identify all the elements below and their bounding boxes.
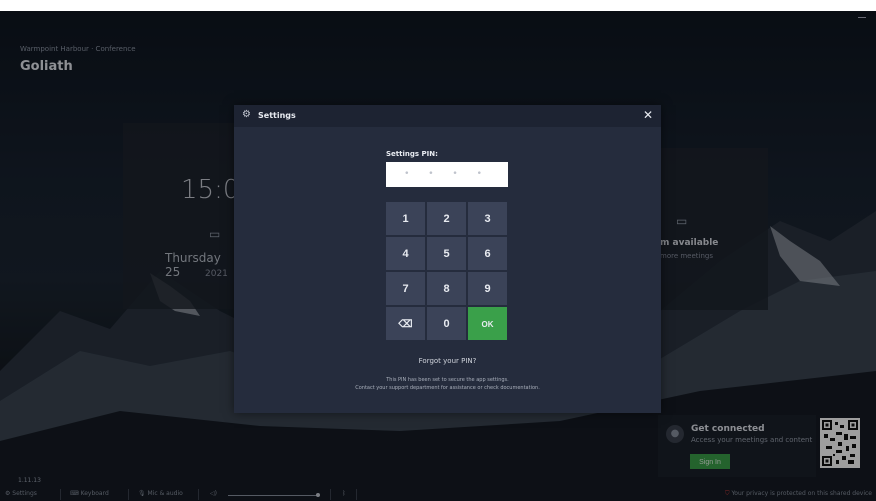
gear-icon: ⚙ [242,109,251,120]
ok-button[interactable]: OK [468,307,507,340]
key-7[interactable]: 7 [386,272,425,305]
key-6[interactable]: 6 [468,237,507,270]
key-1[interactable]: 1 [386,202,425,235]
key-0[interactable]: 0 [427,307,466,340]
key-9[interactable]: 9 [468,272,507,305]
key-2[interactable]: 2 [427,202,466,235]
pin-input[interactable]: • • • • [386,162,508,187]
pin-help-text-2: Contact your support department for assi… [355,385,540,391]
key-8[interactable]: 8 [427,272,466,305]
forgot-pin-link[interactable]: Forgot your PIN? [234,357,661,365]
backspace-icon[interactable]: ⌫ [386,307,425,340]
key-5[interactable]: 5 [427,237,466,270]
close-button[interactable]: ✕ [643,108,653,122]
pin-help-text: This PIN has been set to secure the app … [386,377,509,383]
key-4[interactable]: 4 [386,237,425,270]
pin-label: Settings PIN: [386,150,438,158]
key-3[interactable]: 3 [468,202,507,235]
settings-dialog: ⚙ Settings ✕ Settings PIN: • • • • 1 2 3… [234,105,661,413]
dialog-title: Settings [258,111,296,120]
pin-keypad: 1 2 3 4 5 6 7 8 9 ⌫ 0 OK [386,202,508,343]
dialog-header: ⚙ Settings ✕ [234,105,661,127]
